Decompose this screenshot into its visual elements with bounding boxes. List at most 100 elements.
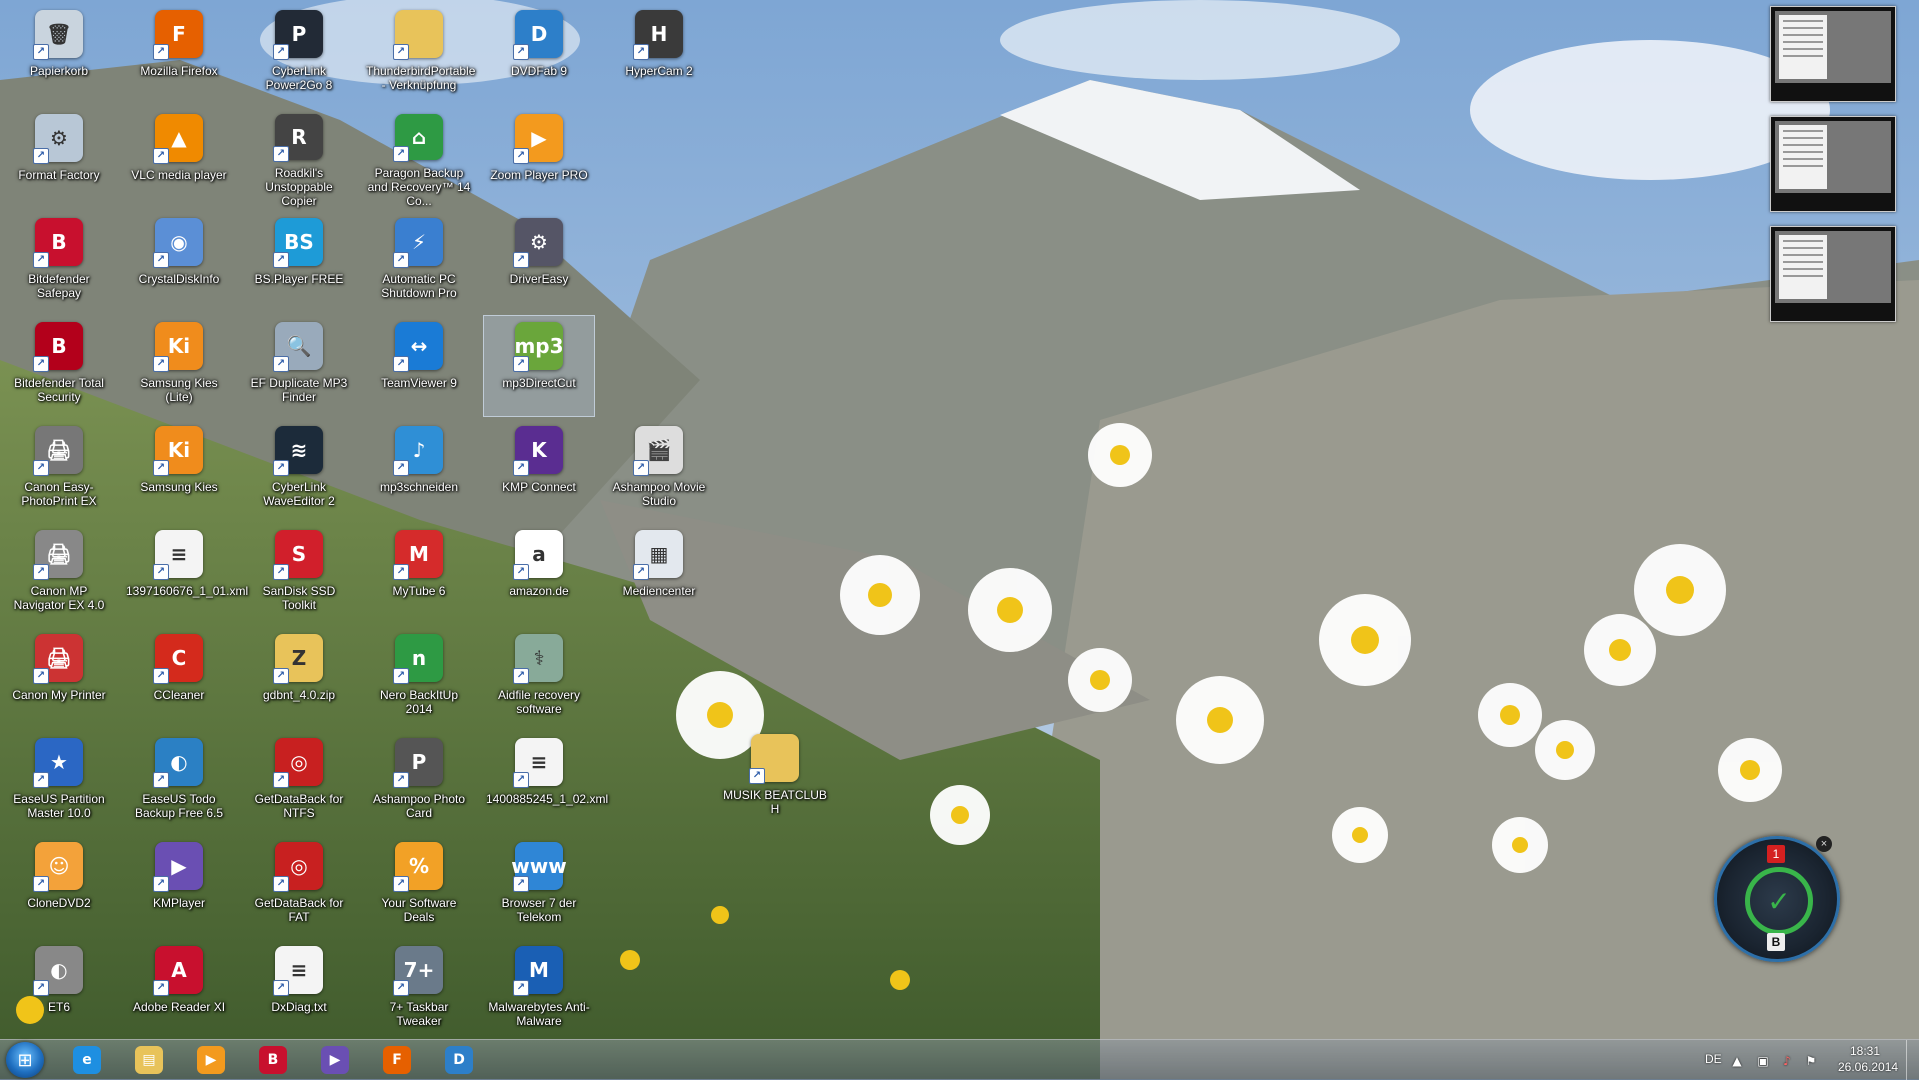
desktop-icon[interactable]: H ↗ HyperCam 2 (604, 4, 714, 104)
desktop-icon[interactable]: ▶ ↗ KMPlayer (124, 836, 234, 936)
desktop-icon[interactable]: ≡ ↗ 1400885245_1_02.xml (484, 732, 608, 832)
shortcut-arrow-icon: ↗ (393, 564, 409, 580)
bsplayer-icon: BS ↗ (273, 218, 323, 268)
desktop-icon[interactable]: www ↗ Browser 7 der Telekom (484, 836, 594, 936)
desktop-icon[interactable]: ◐ ↗ EaseUS Todo Backup Free 6.5 (124, 732, 234, 832)
desktop-icon[interactable]: ◎ ↗ GetDataBack for FAT (244, 836, 354, 936)
desktop-icon[interactable]: R ↗ Roadkil's Unstoppable Copier (244, 108, 354, 208)
desktop-icon[interactable]: ⚙ ↗ Format Factory (4, 108, 114, 208)
desktop-icon[interactable]: ↗ ThunderbirdPortable - Verknüpfung (364, 4, 476, 104)
desktop-icon[interactable]: ☺ ↗ CloneDVD2 (4, 836, 114, 936)
shortcut-arrow-icon: ↗ (393, 668, 409, 684)
desktop-icon[interactable]: P ↗ Ashampoo Photo Card (364, 732, 474, 832)
desktop-icon[interactable]: S ↗ SanDisk SSD Toolkit (244, 524, 354, 624)
desktop-icon[interactable]: ↔ ↗ TeamViewer 9 (364, 316, 474, 416)
desktop-icon[interactable]: M ↗ MyTube 6 (364, 524, 474, 624)
shortcut-arrow-icon: ↗ (273, 252, 289, 268)
window-thumbnail-1[interactable] (1770, 6, 1896, 102)
taskbar-app-explorer[interactable]: ▤ (122, 1043, 176, 1077)
desktop-icon[interactable]: ≋ ↗ CyberLink WaveEditor 2 (244, 420, 354, 520)
desktop-icon[interactable]: mp3 ↗ mp3DirectCut (483, 315, 595, 417)
desktop-icon-label: Aidfile recovery software (497, 688, 581, 716)
clock-time[interactable]: 18:31 (1850, 1044, 1880, 1058)
language-indicator[interactable]: DE (1705, 1052, 1722, 1066)
desktop-icon[interactable]: ⌂ ↗ Paragon Backup and Recovery™ 14 Co... (364, 108, 474, 208)
taskbar-app-kmplayer[interactable]: ▶ (308, 1043, 362, 1077)
desktop-icon[interactable]: C ↗ CCleaner (124, 628, 234, 728)
desktop-icon[interactable]: 🔍 ↗ EF Duplicate MP3 Finder (244, 316, 354, 416)
desktop-icon[interactable]: ⚡ ↗ Automatic PC Shutdown Pro (364, 212, 474, 312)
samsung-kies-lite-icon: Ki ↗ (153, 322, 203, 372)
desktop-icon[interactable]: ◎ ↗ GetDataBack for NTFS (244, 732, 354, 832)
desktop-icon-label: EaseUS Partition Master 10.0 (13, 792, 105, 820)
security-gadget[interactable]: 1 ✓ B (1714, 836, 1840, 962)
firefox-icon: F (383, 1046, 411, 1074)
desktop-icon[interactable]: ◉ ↗ CrystalDiskInfo (124, 212, 234, 312)
desktop-icon-label: Mediencenter (622, 584, 696, 598)
window-thumbnail-3[interactable] (1770, 226, 1896, 322)
desktop-icon[interactable]: ↗ MUSIK BEATCLUB H (720, 728, 830, 828)
kmplayer-icon: ▶ (321, 1046, 349, 1074)
network-icon[interactable]: ▣ (1756, 1054, 1770, 1068)
desktop-icon[interactable]: D ↗ DVDFab 9 (484, 4, 594, 104)
desktop-icon[interactable]: ▲ ↗ VLC media player (124, 108, 234, 208)
desktop-icon[interactable]: B ↗ Bitdefender Safepay (4, 212, 114, 312)
desktop-icon[interactable]: 🗑 ↗ Papierkorb (4, 4, 114, 104)
desktop-icon[interactable]: 🖨 ↗ Canon My Printer (4, 628, 114, 728)
desktop-icon-label: Automatic PC Shutdown Pro (381, 272, 457, 300)
desktop-icon[interactable]: ▶ ↗ Zoom Player PRO (484, 108, 594, 208)
desktop-icon[interactable]: ▦ ↗ Mediencenter (604, 524, 714, 624)
desktop-icon[interactable]: Ki ↗ Samsung Kies (124, 420, 234, 520)
telekom-browser-icon: www ↗ (511, 842, 567, 892)
taskbar-app-internet-explorer[interactable]: e (60, 1043, 114, 1077)
desktop-icon[interactable]: % ↗ Your Software Deals (364, 836, 474, 936)
taskbar-app-zoom-player[interactable]: ▶ (184, 1043, 238, 1077)
clock-date[interactable]: 26.06.2014 (1838, 1060, 1898, 1074)
desktop-icon[interactable]: K ↗ KMP Connect (484, 420, 594, 520)
desktop-icon[interactable]: BS ↗ BS.Player FREE (244, 212, 354, 312)
desktop-icon[interactable]: ♪ ↗ mp3schneiden (364, 420, 474, 520)
clonedvd-icon: ☺ ↗ (33, 842, 83, 892)
desktop-icon[interactable]: ◐ ↗ ET6 (4, 940, 114, 1040)
desktop-icon[interactable]: Ki ↗ Samsung Kies (Lite) (124, 316, 234, 416)
desktop-icon-label: Malwarebytes Anti-Malware (488, 1000, 590, 1028)
desktop-icon[interactable]: ≡ ↗ 1397160676_1_01.xml (124, 524, 248, 624)
show-desktop-button[interactable] (1906, 1040, 1919, 1080)
taskbar-app-bitdefender-safepay[interactable]: B (246, 1043, 300, 1077)
taskbar-app-firefox[interactable]: F (370, 1043, 424, 1077)
desktop-icon-label: Ashampoo Movie Studio (612, 480, 706, 508)
shortcut-arrow-icon: ↗ (273, 146, 289, 162)
action-center-flag-icon[interactable]: ⚑ (1804, 1054, 1818, 1068)
close-icon[interactable]: × (1816, 836, 1832, 852)
desktop-icon[interactable]: A ↗ Adobe Reader XI (124, 940, 234, 1040)
shortcut-arrow-icon: ↗ (393, 876, 409, 892)
desktop-icon-label: Zoom Player PRO (490, 168, 588, 182)
desktop-icon-label: Bitdefender Safepay (28, 272, 90, 300)
desktop-icon[interactable]: ⚕ ↗ Aidfile recovery software (484, 628, 594, 728)
shortcut-arrow-icon: ↗ (33, 772, 49, 788)
volume-muted-icon[interactable]: ♪ (1780, 1054, 1794, 1068)
desktop-icon[interactable]: ⚙ ↗ DriverEasy (484, 212, 594, 312)
taskbar-app-dvdfab[interactable]: D (432, 1043, 486, 1077)
desktop-icon[interactable]: F ↗ Mozilla Firefox (124, 4, 234, 104)
desktop-icon[interactable]: 🖨 ↗ Canon MP Navigator EX 4.0 (4, 524, 114, 624)
desktop-icon[interactable]: 🎬 ↗ Ashampoo Movie Studio (604, 420, 714, 520)
window-thumbnail-2[interactable] (1770, 116, 1896, 212)
desktop-icon-label: Paragon Backup and Recovery™ 14 Co... (367, 166, 471, 208)
desktop-icon[interactable]: ★ ↗ EaseUS Partition Master 10.0 (4, 732, 114, 832)
show-hidden-icons-icon[interactable]: ▲ (1730, 1054, 1744, 1068)
mp3directcut-icon: mp3 ↗ (513, 322, 564, 372)
desktop-icon[interactable]: B ↗ Bitdefender Total Security (4, 316, 114, 416)
desktop-icon[interactable]: ≡ ↗ DxDiag.txt (244, 940, 354, 1040)
desktop-icon[interactable]: 🖨 ↗ Canon Easy-PhotoPrint EX (4, 420, 114, 520)
desktop-icon[interactable]: 7+ ↗ 7+ Taskbar Tweaker (364, 940, 474, 1040)
desktop-icon[interactable]: P ↗ CyberLink Power2Go 8 (244, 4, 354, 104)
desktop-icon-label: ThunderbirdPortable - Verknüpfung (366, 64, 476, 92)
start-button[interactable]: ⊞ (6, 1042, 44, 1078)
desktop-icon[interactable]: Z ↗ gdbnt_4.0.zip (244, 628, 354, 728)
desktop-icon[interactable]: n ↗ Nero BackItUp 2014 (364, 628, 474, 728)
desktop-icon[interactable]: a ↗ amazon.de (484, 524, 594, 624)
shortcut-arrow-icon: ↗ (153, 980, 169, 996)
desktop-icon[interactable]: M ↗ Malwarebytes Anti-Malware (484, 940, 594, 1040)
shortcut-arrow-icon: ↗ (273, 356, 289, 372)
